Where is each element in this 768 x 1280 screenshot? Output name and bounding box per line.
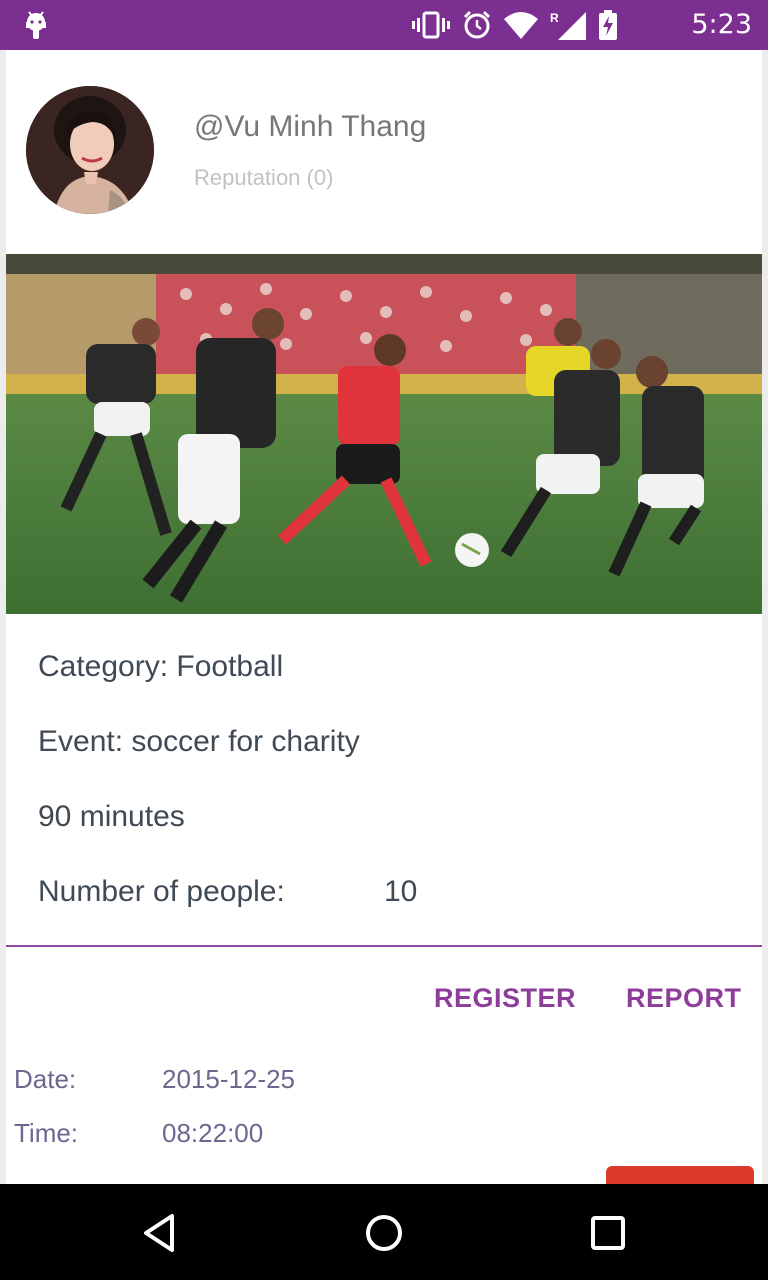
reputation: Reputation (0) [194,165,334,190]
divider [6,945,762,947]
wifi-icon [504,12,538,39]
status-time: 5:23 [691,9,752,40]
report-button[interactable]: REPORT [626,983,742,1014]
event-photo [6,254,762,614]
time-label: Time: [14,1118,79,1148]
avatar-image [26,86,154,214]
recents-icon[interactable] [583,1208,633,1258]
home-icon[interactable] [359,1208,409,1258]
event-category: Category: Football [38,650,284,683]
date-value: 2015-12-25 [162,1064,295,1094]
event-name: Event: soccer for charity [38,725,360,758]
username[interactable]: @Vu Minh Thang [194,110,426,144]
avatar[interactable] [26,86,154,214]
navigation-bar [0,1184,768,1280]
alarm-icon [463,10,491,39]
football-photo [6,254,762,614]
people-count: 10 [384,875,418,908]
date-label: Date: [14,1064,77,1094]
event-card: @Vu Minh Thang Reputation (0) Category: … [6,50,762,1184]
status-icons: R [412,10,618,40]
status-bar: R 5:23 [0,0,768,50]
roaming-label: R [550,11,559,25]
register-button[interactable]: REGISTER [434,983,576,1014]
vibrate-icon [412,11,450,39]
signal-roaming-icon: R [550,11,586,40]
people-label: Number of people: [38,875,285,908]
android-icon [26,11,46,39]
time-value: 08:22:00 [162,1118,264,1148]
action-button[interactable] [606,1166,754,1184]
battery-charging-icon [599,10,617,40]
back-icon[interactable] [134,1208,184,1258]
event-duration: 90 minutes [38,800,185,833]
